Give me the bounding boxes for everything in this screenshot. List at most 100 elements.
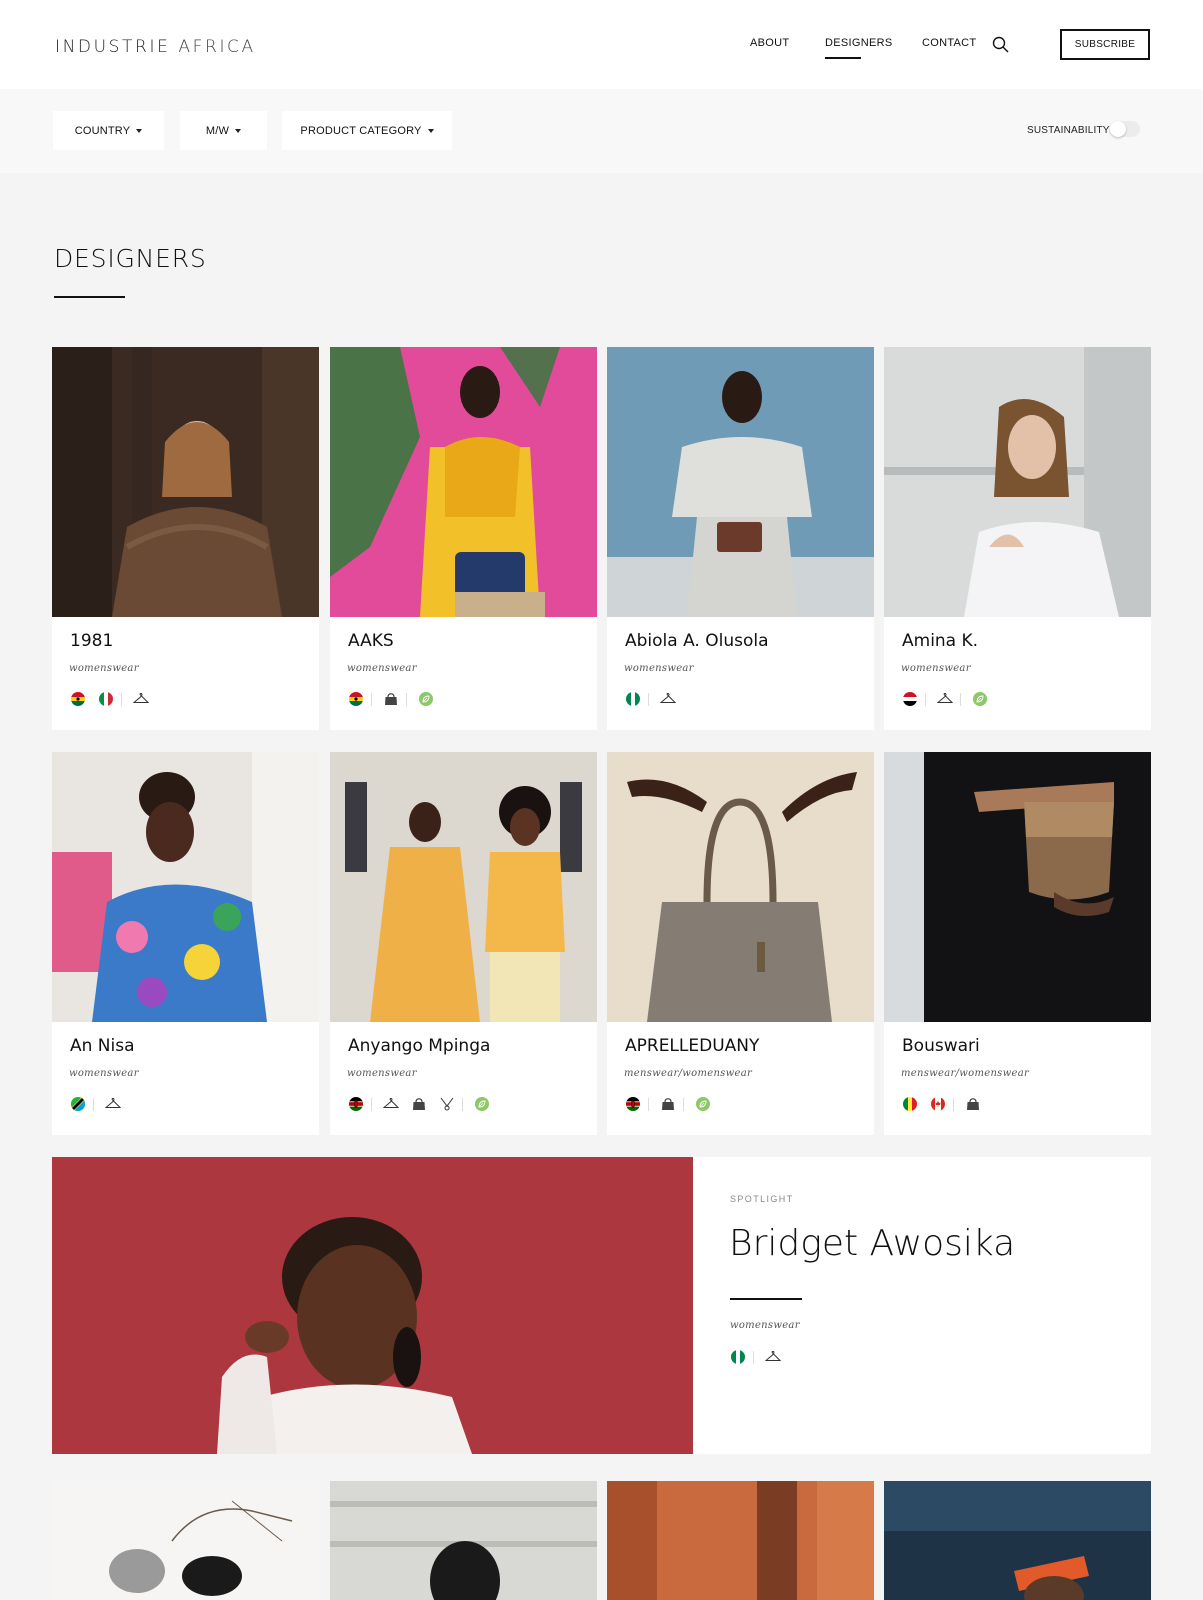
designer-photo — [884, 752, 1151, 1022]
spotlight-icons — [729, 1350, 792, 1364]
icon-separator — [371, 692, 372, 706]
designer-category: womenswear — [69, 663, 139, 674]
spotlight-card[interactable]: SPOTLIGHT Bridget Awosika womenswear — [52, 1157, 1151, 1454]
sustainability-leaf-icon — [694, 1097, 712, 1111]
designer-name: Anyango Mpinga — [348, 1036, 491, 1056]
designer-category: womenswear — [901, 663, 971, 674]
search-icon[interactable] — [992, 36, 1010, 54]
designer-name: 1981 — [70, 631, 114, 651]
icon-separator — [648, 1097, 649, 1111]
designer-category: womenswear — [347, 1068, 417, 1079]
product-category-filter-label: PRODUCT CATEGORY — [300, 124, 422, 137]
ghana-flag-icon — [347, 692, 365, 706]
icon-separator — [648, 692, 649, 706]
nav-contact[interactable]: CONTACT — [922, 37, 976, 49]
spotlight-name[interactable]: Bridget Awosika — [729, 1223, 1015, 1264]
senegal-flag-icon — [901, 1097, 919, 1111]
icon-separator — [960, 692, 961, 706]
icon-separator — [462, 1097, 463, 1111]
designer-category: womenswear — [347, 663, 417, 674]
designer-card-partial[interactable] — [607, 1481, 874, 1600]
spotlight-underline — [730, 1298, 802, 1300]
mw-filter[interactable]: M/W — [180, 111, 267, 150]
spotlight-photo[interactable] — [52, 1157, 693, 1454]
designer-photo — [607, 752, 874, 1022]
tanzania-flag-icon — [69, 1097, 87, 1111]
hanger-icon — [936, 692, 954, 706]
designer-card[interactable]: An Nisa womenswear — [52, 752, 319, 1135]
designer-name: Bouswari — [902, 1036, 980, 1056]
title-underline — [54, 296, 125, 298]
icon-separator — [121, 692, 122, 706]
hanger-icon — [764, 1350, 782, 1364]
sustainability-leaf-icon — [971, 692, 989, 706]
designer-icons — [624, 692, 687, 706]
nav-designers[interactable]: DESIGNERS — [825, 37, 893, 49]
bag-icon — [964, 1097, 982, 1111]
bag-icon — [659, 1097, 677, 1111]
designer-photo — [884, 347, 1151, 617]
designer-category: menswear/womenswear — [901, 1068, 1030, 1079]
kenya-flag-icon — [624, 1097, 642, 1111]
designer-card[interactable]: Bouswari menswear/womenswear — [884, 752, 1151, 1135]
sustainability-leaf-icon — [473, 1097, 491, 1111]
designer-icons — [624, 1097, 722, 1111]
designer-card[interactable]: APRELLEDUANY menswear/womenswear — [607, 752, 874, 1135]
designer-photo — [607, 1481, 874, 1600]
country-filter-label: COUNTRY — [74, 124, 131, 137]
kenya-flag-icon — [347, 1097, 365, 1111]
canada-flag-icon — [929, 1097, 947, 1111]
ghana-flag-icon — [69, 692, 87, 706]
spotlight-kicker: SPOTLIGHT — [730, 1194, 794, 1204]
nav-about[interactable]: ABOUT — [750, 37, 789, 49]
italy-flag-icon — [97, 692, 115, 706]
designer-card[interactable]: 1981 womenswear — [52, 347, 319, 730]
designer-photo — [52, 1481, 319, 1600]
site-logo[interactable]: INDUSTRIE AFRICA — [55, 37, 256, 57]
hanger-icon — [659, 692, 677, 706]
icon-separator — [953, 1097, 954, 1111]
spotlight-category: womenswear — [730, 1320, 800, 1331]
icon-separator — [753, 1350, 754, 1364]
subscribe-button[interactable]: SUBSCRIBE — [1060, 29, 1150, 60]
designer-photo — [52, 752, 319, 1022]
sustainability-leaf-icon — [417, 692, 435, 706]
designer-card[interactable]: Amina K. womenswear — [884, 347, 1151, 730]
designer-name: AAKS — [348, 631, 394, 651]
designer-photo — [884, 1481, 1151, 1600]
designer-name: An Nisa — [70, 1036, 135, 1056]
designer-card[interactable]: Abiola A. Olusola womenswear — [607, 347, 874, 730]
country-filter[interactable]: COUNTRY — [53, 111, 164, 150]
site-header: INDUSTRIE AFRICA ABOUT DESIGNERS CONTACT… — [0, 0, 1203, 89]
page-title: DESIGNERS — [54, 244, 207, 273]
designer-category: menswear/womenswear — [624, 1068, 753, 1079]
designer-photo — [52, 347, 319, 617]
designer-photo — [330, 347, 597, 617]
chevron-down-icon — [427, 128, 434, 133]
designer-card-partial[interactable] — [330, 1481, 597, 1600]
bag-icon — [410, 1097, 428, 1111]
designer-icons — [347, 1097, 501, 1111]
bag-icon — [382, 692, 400, 706]
icon-separator — [371, 1097, 372, 1111]
designer-card-partial[interactable] — [52, 1481, 319, 1600]
designer-icons — [347, 692, 445, 706]
toggle-knob — [1110, 121, 1126, 137]
hanger-icon — [104, 1097, 122, 1111]
product-category-filter[interactable]: PRODUCT CATEGORY — [282, 111, 452, 150]
chevron-down-icon — [136, 128, 143, 133]
designer-icons — [901, 692, 999, 706]
designer-card[interactable]: AAKS womenswear — [330, 347, 597, 730]
chevron-down-icon — [235, 128, 242, 133]
icon-separator — [406, 692, 407, 706]
designer-name: Amina K. — [902, 631, 979, 651]
designer-card[interactable]: Anyango Mpinga womenswear — [330, 752, 597, 1135]
designer-card-partial[interactable] — [884, 1481, 1151, 1600]
filter-bar: COUNTRY M/W PRODUCT CATEGORY SUSTAINABIL… — [0, 89, 1203, 173]
icon-separator — [93, 1097, 94, 1111]
nav-active-indicator — [825, 57, 861, 59]
designer-icons — [69, 692, 160, 706]
designer-icons — [901, 1097, 992, 1111]
jewelry-icon — [438, 1097, 456, 1111]
sustainability-toggle[interactable] — [1110, 121, 1140, 137]
